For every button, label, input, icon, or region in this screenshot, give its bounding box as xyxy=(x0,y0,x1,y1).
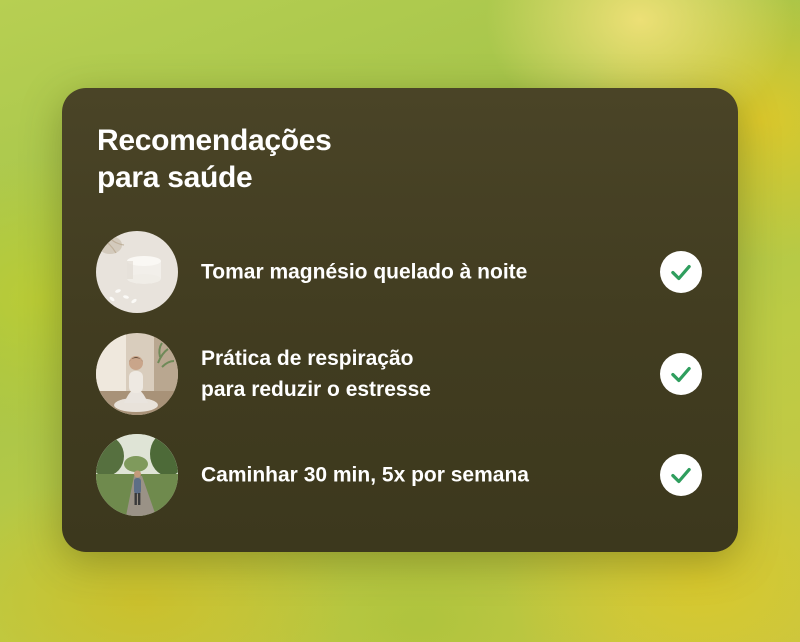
recommendation-item-breathing[interactable]: Prática de respiração para reduzir o est… xyxy=(96,333,704,415)
recommendation-label-line: Prática de respiração xyxy=(201,347,414,370)
park-walk-thumbnail xyxy=(96,434,178,516)
recommendation-label: Caminhar 30 min, 5x por semana xyxy=(201,460,621,491)
supplement-jar-thumbnail xyxy=(96,231,178,313)
recommendation-label: Prática de respiração para reduzir o est… xyxy=(201,343,621,405)
health-recommendations-card: Recomendações para saúde Tomar magnésio … xyxy=(62,88,738,552)
recommendation-item-magnesium[interactable]: Tomar magnésio quelado à noite xyxy=(96,231,704,313)
card-title-line-2: para saúde xyxy=(97,161,253,194)
check-icon[interactable] xyxy=(660,353,702,395)
card-title: Recomendações para saúde xyxy=(97,122,457,196)
check-icon[interactable] xyxy=(660,251,702,293)
recommendation-label-line: Tomar magnésio quelado à noite xyxy=(201,260,528,284)
recommendation-item-walking[interactable]: Caminhar 30 min, 5x por semana xyxy=(96,434,704,516)
card-title-line-1: Recomendações xyxy=(97,124,332,157)
recommendation-label: Tomar magnésio quelado à noite xyxy=(201,257,621,288)
recommendation-label-line: Caminhar 30 min, 5x por semana xyxy=(201,463,529,487)
check-icon[interactable] xyxy=(660,454,702,496)
recommendation-label-line: para reduzir o estresse xyxy=(201,378,431,401)
meditation-thumbnail xyxy=(96,333,178,415)
